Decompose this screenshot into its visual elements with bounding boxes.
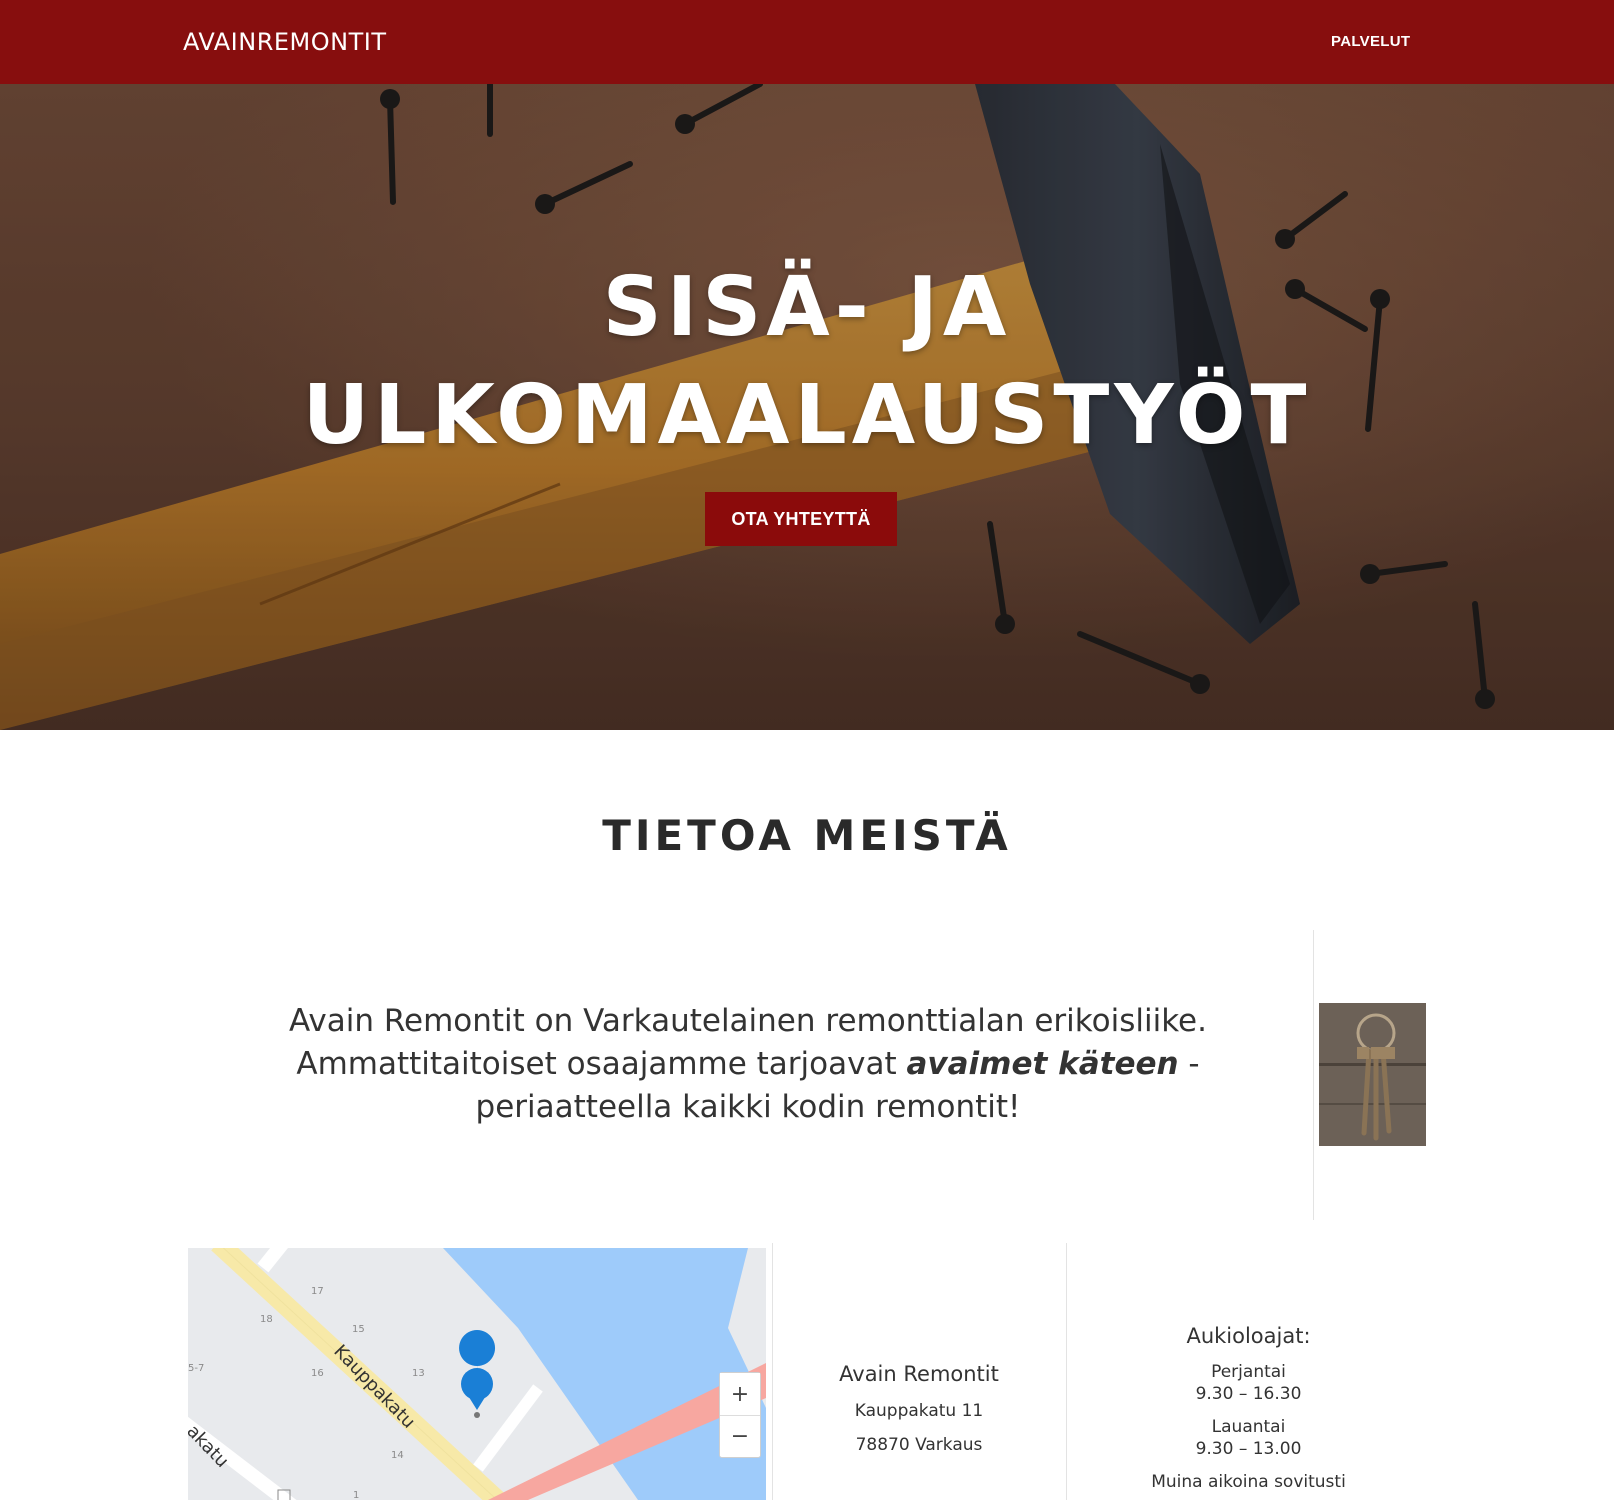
brand-logo-link[interactable]: AVAINREMONTIT — [183, 27, 387, 57]
hours-time-friday: 9.30 – 16.30 — [1195, 1384, 1302, 1404]
address-postal: 78870 Varkaus — [855, 1435, 983, 1455]
business-name: Avain Remontit — [839, 1362, 999, 1386]
about-line-2-start: Ammattitaitoiset osaajamme tarjoavat — [296, 1046, 907, 1082]
top-navbar: AVAINREMONTIT PALVELUT — [0, 0, 1614, 84]
map-zoom-out-button[interactable]: − — [720, 1415, 760, 1456]
map-tiles: 17 18 15 5-7 16 13 14 1 Kauppakatu akatu — [188, 1248, 766, 1500]
map-zoom-in-button[interactable]: + — [720, 1373, 760, 1415]
hours-day-friday: Perjantai — [1211, 1362, 1286, 1382]
map-zoom-control: + − — [719, 1372, 761, 1458]
address-street: Kauppakatu 11 — [854, 1401, 984, 1421]
nav-link-palvelut[interactable]: PALVELUT — [1331, 32, 1410, 52]
keys-picture — [1319, 1003, 1426, 1146]
hours-note: Muina aikoina sovitusti — [1151, 1472, 1346, 1492]
about-section-title: TIETOA MEISTÄ — [602, 811, 1012, 860]
column-divider — [1066, 1243, 1067, 1500]
about-line-1: Avain Remontit on Varkautelainen remontt… — [289, 1003, 1207, 1039]
hero-title-line-2: ULKOMAALAUSTYÖT — [302, 368, 1312, 463]
column-divider — [772, 1243, 773, 1500]
map-label-1: 1 — [353, 1490, 359, 1500]
hours-time-saturday: 9.30 – 13.00 — [1195, 1439, 1302, 1459]
about-line-2: Ammattitaitoiset osaajamme tarjoavat ava… — [200, 1043, 1296, 1086]
about-description: Avain Remontit on Varkautelainen remontt… — [200, 1000, 1296, 1129]
location-map[interactable]: 17 18 15 5-7 16 13 14 1 Kauppakatu akatu… — [188, 1248, 766, 1500]
map-label-13: 13 — [412, 1368, 425, 1379]
keys-image — [1319, 1003, 1426, 1146]
map-label-15: 15 — [352, 1324, 365, 1335]
map-label-18: 18 — [260, 1314, 273, 1325]
about-line-3: periaatteella kaikki kodin remontit! — [475, 1089, 1021, 1125]
contact-cta-button[interactable]: OTA YHTEYTTÄ — [705, 492, 897, 546]
map-label-17: 17 — [311, 1286, 324, 1297]
column-divider — [1313, 930, 1314, 1220]
about-line-2-end: - — [1178, 1046, 1200, 1082]
map-label-5-7: 5-7 — [188, 1363, 204, 1374]
hours-title: Aukioloajat: — [1186, 1324, 1311, 1348]
hero-section: SISÄ- JA ULKOMAALAUSTYÖT OTA YHTEYTTÄ — [0, 84, 1614, 730]
hours-day-saturday: Lauantai — [1211, 1417, 1286, 1437]
opening-hours: Aukioloajat: Perjantai 9.30 – 16.30 Laua… — [1075, 1322, 1422, 1493]
hero-title: SISÄ- JA ULKOMAALAUSTYÖT — [0, 254, 1614, 470]
contact-info: Avain Remontit Kauppakatu 11 78870 Varka… — [780, 1360, 1058, 1456]
map-label-16: 16 — [311, 1368, 324, 1379]
about-emphasis: avaimet käteen — [906, 1046, 1179, 1082]
hero-title-line-1: SISÄ- JA — [602, 260, 1012, 355]
map-label-14: 14 — [391, 1450, 404, 1461]
